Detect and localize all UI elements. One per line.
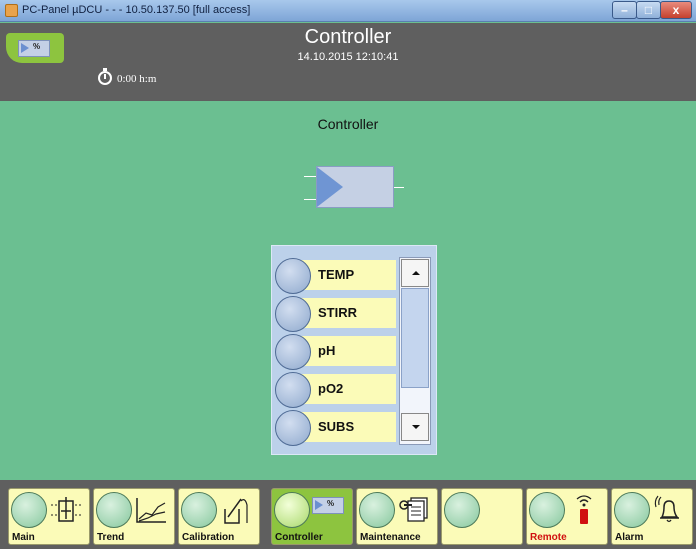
select-button[interactable] xyxy=(275,410,311,446)
nav-indicator xyxy=(529,492,565,528)
nav-indicator xyxy=(96,492,132,528)
nav-label: Remote xyxy=(530,532,567,543)
nav-maintenance-button[interactable]: Maintenance xyxy=(356,488,438,545)
nav-label: Maintenance xyxy=(360,532,421,543)
nav-label: Alarm xyxy=(615,532,644,543)
nav-controller-button[interactable]: % Controller xyxy=(271,488,353,545)
nav-trend-button[interactable]: Trend xyxy=(93,488,175,545)
list-item-label: pH xyxy=(296,336,396,366)
calibration-icon xyxy=(224,498,248,524)
nav-indicator xyxy=(444,492,480,528)
scroll-thumb[interactable] xyxy=(401,288,429,388)
controller-mode-button[interactable]: % xyxy=(6,33,64,63)
header-title: Controller xyxy=(304,26,392,48)
maximize-button[interactable]: □ xyxy=(636,1,661,19)
list-item-subs[interactable]: SUBS xyxy=(272,409,400,446)
controller-icon: % xyxy=(312,497,344,514)
select-button[interactable] xyxy=(275,296,311,332)
nav-label: Main xyxy=(12,532,35,543)
remote-icon xyxy=(576,495,592,524)
input-wire xyxy=(304,199,316,200)
select-button[interactable] xyxy=(275,258,311,294)
nav-indicator xyxy=(359,492,395,528)
controller-triangle-icon xyxy=(317,167,343,207)
maintenance-icon xyxy=(399,497,428,522)
bell-icon xyxy=(654,495,679,523)
list-item-label: pO2 xyxy=(296,374,396,404)
scroll-down-button[interactable] xyxy=(401,413,429,441)
nav-remote-button[interactable]: Remote xyxy=(526,488,608,545)
nav-empty-button[interactable] xyxy=(441,488,523,545)
nav-label: Trend xyxy=(97,532,125,543)
minimize-button[interactable]: – xyxy=(612,1,637,19)
list-item-temp[interactable]: TEMP xyxy=(272,257,400,294)
scroll-up-button[interactable] xyxy=(401,259,429,287)
list-item-label: SUBS xyxy=(296,412,396,442)
app-icon xyxy=(5,4,18,17)
list-scrollbar[interactable] xyxy=(399,257,431,445)
list-item-stirr[interactable]: STIRR xyxy=(272,295,400,332)
nav-indicator xyxy=(181,492,217,528)
header-datetime: 14.10.2015 12:10:41 xyxy=(297,51,399,63)
select-button[interactable] xyxy=(275,372,311,408)
nav-indicator xyxy=(11,492,47,528)
controller-list: TEMP STIRR pH pO2 SUBS xyxy=(271,245,437,455)
input-wire xyxy=(304,176,316,177)
page-title: Controller xyxy=(317,116,379,132)
window-title: PC-Panel µDCU - - - 10.50.137.50 [full a… xyxy=(22,4,251,16)
select-button[interactable] xyxy=(275,334,311,370)
nav-alarm-button[interactable]: Alarm xyxy=(611,488,693,545)
nav-calibration-button[interactable]: Calibration xyxy=(178,488,260,545)
nav-indicator xyxy=(614,492,650,528)
output-wire xyxy=(394,187,404,188)
nav-label: Controller xyxy=(275,532,323,543)
trend-icon xyxy=(136,498,166,523)
list-item-label: STIRR xyxy=(296,298,396,328)
close-button[interactable]: x xyxy=(660,1,692,19)
nav-indicator-active xyxy=(274,492,310,528)
list-item-po2[interactable]: pO2 xyxy=(272,371,400,408)
list-item-ph[interactable]: pH xyxy=(272,333,400,370)
stopwatch-icon xyxy=(98,68,112,85)
percent-badge: % xyxy=(33,42,41,51)
timer-value: 0:00 h:m xyxy=(117,73,157,85)
nav-label: Calibration xyxy=(182,532,235,543)
bioreactor-icon xyxy=(51,497,81,522)
controller-block-diagram xyxy=(316,166,394,208)
list-item-label: TEMP xyxy=(296,260,396,290)
percent-badge: % xyxy=(327,499,335,508)
controller-icon: % xyxy=(18,40,50,57)
nav-main-button[interactable]: Main xyxy=(8,488,90,545)
